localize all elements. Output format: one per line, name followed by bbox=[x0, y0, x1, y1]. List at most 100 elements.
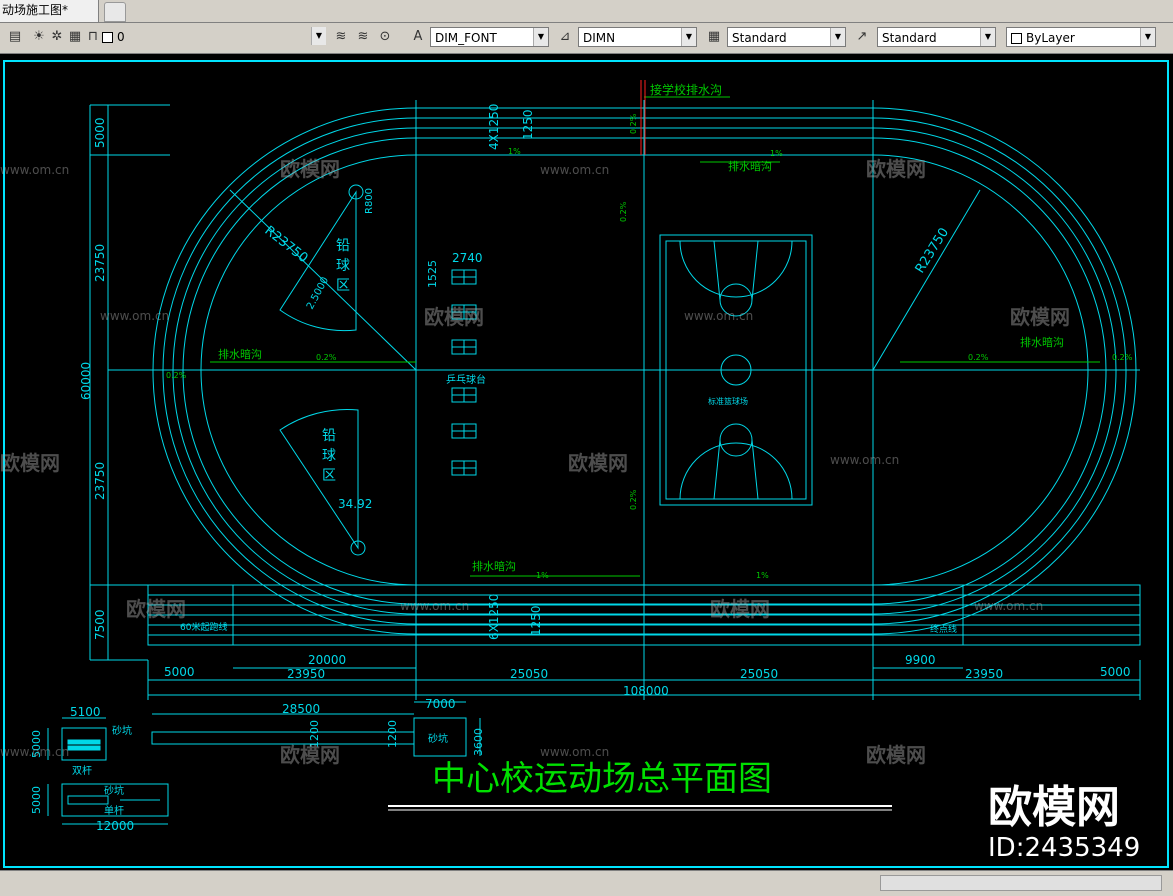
dim-style-icon[interactable]: ⊿ bbox=[556, 28, 574, 46]
slope-label-2: 1% bbox=[508, 147, 521, 156]
watermark-url: www.om.cn bbox=[974, 599, 1043, 613]
dim-23950-left: 23950 bbox=[287, 667, 325, 681]
slope-label-7: 1% bbox=[756, 571, 769, 580]
dim-6x1250: 6X1250 bbox=[487, 594, 501, 640]
chevron-down-icon[interactable]: ▼ bbox=[1140, 28, 1155, 46]
shotput-sector-bottom bbox=[279, 409, 359, 550]
dim-runway-width-2: 1200 bbox=[386, 720, 399, 748]
dim-23750-bottom: 23750 bbox=[93, 462, 107, 500]
dim-5000-right: 5000 bbox=[1100, 665, 1131, 679]
horizontal-scrollbar[interactable] bbox=[880, 875, 1162, 891]
dim-style-dropdown[interactable]: DIMN ▼ bbox=[578, 27, 697, 47]
dim-7500: 7500 bbox=[93, 609, 107, 640]
chevron-down-icon[interactable]: ▼ bbox=[533, 28, 548, 46]
shotput-top-char-2: 球 bbox=[336, 258, 350, 274]
watermark-brand: 欧模网 bbox=[280, 157, 340, 181]
watermark-brand: 欧模网 bbox=[710, 597, 770, 621]
dim-table-width: 2740 bbox=[452, 251, 483, 265]
dim-60000: 60000 bbox=[79, 362, 93, 400]
finish-line-label: 终点线 bbox=[930, 623, 957, 635]
radius-label-right: R23750 bbox=[913, 225, 952, 276]
watermark-id: ID:2435349 bbox=[988, 833, 1140, 863]
watermark-url: www.om.cn bbox=[540, 163, 609, 177]
shotput-top-char-1: 铅 bbox=[336, 238, 350, 254]
table-style-icon[interactable]: ▦ bbox=[705, 28, 723, 46]
dim-runway-length: 28500 bbox=[282, 702, 320, 716]
new-tab-button[interactable] bbox=[104, 2, 126, 22]
freeze-icon[interactable]: ✲ bbox=[48, 28, 66, 46]
color-value: ByLayer bbox=[1026, 31, 1075, 45]
multileader-style-dropdown[interactable]: Standard ▼ bbox=[877, 27, 996, 47]
start-line-label: 60米起跑线 bbox=[180, 621, 227, 633]
radius-small: R800 bbox=[364, 188, 375, 214]
chevron-down-icon[interactable]: ▼ bbox=[311, 27, 326, 45]
chevron-down-icon[interactable]: ▼ bbox=[830, 28, 845, 46]
dim-1250-bottom: 1250 bbox=[529, 605, 543, 636]
table-style-dropdown[interactable]: Standard ▼ bbox=[727, 27, 846, 47]
slope-label-3: 0.2% bbox=[968, 353, 989, 362]
drawing-tab[interactable]: 动场施工图* bbox=[0, 0, 99, 22]
text-style-value: DIM_FONT bbox=[435, 31, 497, 45]
watermark-logo-text: 欧模网 bbox=[988, 782, 1120, 833]
slope-label-4: 0.2% bbox=[166, 371, 187, 380]
drain-label-top: 排水暗沟 bbox=[728, 159, 772, 173]
chevron-down-icon[interactable]: ▼ bbox=[681, 28, 696, 46]
layer-state-icon[interactable]: ▦ bbox=[66, 28, 84, 46]
watermark-brand: 欧模网 bbox=[568, 451, 628, 475]
text-style-icon[interactable]: A bbox=[409, 28, 427, 46]
lightbulb-icon[interactable]: ☀ bbox=[30, 28, 48, 46]
color-dropdown[interactable]: ByLayer ▼ bbox=[1006, 27, 1156, 47]
slope-label-5: 0.2% bbox=[1112, 353, 1133, 362]
layer-dropdown[interactable]: 0 ▼ bbox=[98, 27, 326, 47]
watermark-brand: 欧模网 bbox=[866, 743, 926, 767]
dim-pit-height: 3600 bbox=[472, 728, 485, 756]
table-style-value: Standard bbox=[732, 31, 787, 45]
dim-23950-right: 23950 bbox=[965, 667, 1003, 681]
dim-25050-right: 25050 bbox=[740, 667, 778, 681]
basketball-label: 标准篮球场 bbox=[708, 396, 748, 406]
multileader-style-icon[interactable]: ↗ bbox=[853, 28, 871, 46]
drawing-canvas[interactable]: 5000 23950 25050 25050 23950 5000 20000 … bbox=[0, 54, 1173, 870]
make-current-layer-icon[interactable]: ≋ bbox=[332, 28, 350, 46]
layer-match-icon[interactable]: ⊙ bbox=[376, 28, 394, 46]
layer-manager-icon[interactable]: ▤ bbox=[6, 28, 24, 46]
single-bar-label: 单杆 bbox=[104, 805, 124, 817]
chevron-down-icon[interactable]: ▼ bbox=[980, 28, 995, 46]
slope-label-9: 0.2% bbox=[619, 201, 628, 222]
shotput-top-char-3: 区 bbox=[336, 278, 350, 294]
watermark-url: www.om.cn bbox=[0, 745, 69, 759]
dim-style-value: DIMN bbox=[583, 31, 616, 45]
slope-label-8: 0.2% bbox=[629, 113, 638, 134]
dim-1250-top: 1250 bbox=[521, 109, 535, 140]
slope-label-6: 1% bbox=[536, 571, 549, 580]
dim-23750-top: 23750 bbox=[93, 244, 107, 282]
dim-single-bar-width: 12000 bbox=[96, 819, 134, 833]
drain-label-bottom: 排水暗沟 bbox=[472, 559, 516, 573]
watermark-url: www.om.cn bbox=[830, 453, 899, 467]
radius-label-left: R23750 bbox=[262, 223, 311, 266]
dim-108000: 108000 bbox=[623, 684, 669, 698]
layer-previous-icon[interactable]: ≋ bbox=[354, 28, 372, 46]
dim-25050-left: 25050 bbox=[510, 667, 548, 681]
sand-pit-label-2: 砂坑 bbox=[112, 724, 132, 737]
layer-name: 0 bbox=[117, 30, 125, 44]
sand-pit-label: 砂坑 bbox=[428, 732, 448, 745]
shotput-bottom-char-3: 区 bbox=[322, 468, 336, 484]
shotput-bottom-char-1: 铅 bbox=[322, 428, 336, 444]
color-swatch-icon bbox=[102, 32, 113, 43]
watermark-brand: 欧模网 bbox=[280, 743, 340, 767]
watermark-brand: 欧模网 bbox=[866, 157, 926, 181]
pingpong-tables bbox=[451, 269, 477, 476]
properties-toolbar: ▤ ☀ ✲ ▦ ⊓ 0 ▼ ≋ ≋ ⊙ A DIM_FONT ▼ ⊿ DIMN … bbox=[0, 23, 1173, 54]
watermark-url: www.om.cn bbox=[0, 163, 69, 177]
dim-5000-left: 5000 bbox=[164, 665, 195, 679]
drain-label-left: 排水暗沟 bbox=[218, 347, 262, 361]
pingpong-label: 乒乓球台 bbox=[446, 373, 486, 386]
slope-label-11: 1% bbox=[770, 149, 783, 158]
parallel-bars-label: 双杆 bbox=[72, 765, 92, 777]
dim-9900: 9900 bbox=[905, 653, 936, 667]
slope-label-10: 0.2% bbox=[629, 489, 638, 510]
drain-label-right: 排水暗沟 bbox=[1020, 335, 1064, 349]
text-style-dropdown[interactable]: DIM_FONT ▼ bbox=[430, 27, 549, 47]
multileader-style-value: Standard bbox=[882, 31, 937, 45]
